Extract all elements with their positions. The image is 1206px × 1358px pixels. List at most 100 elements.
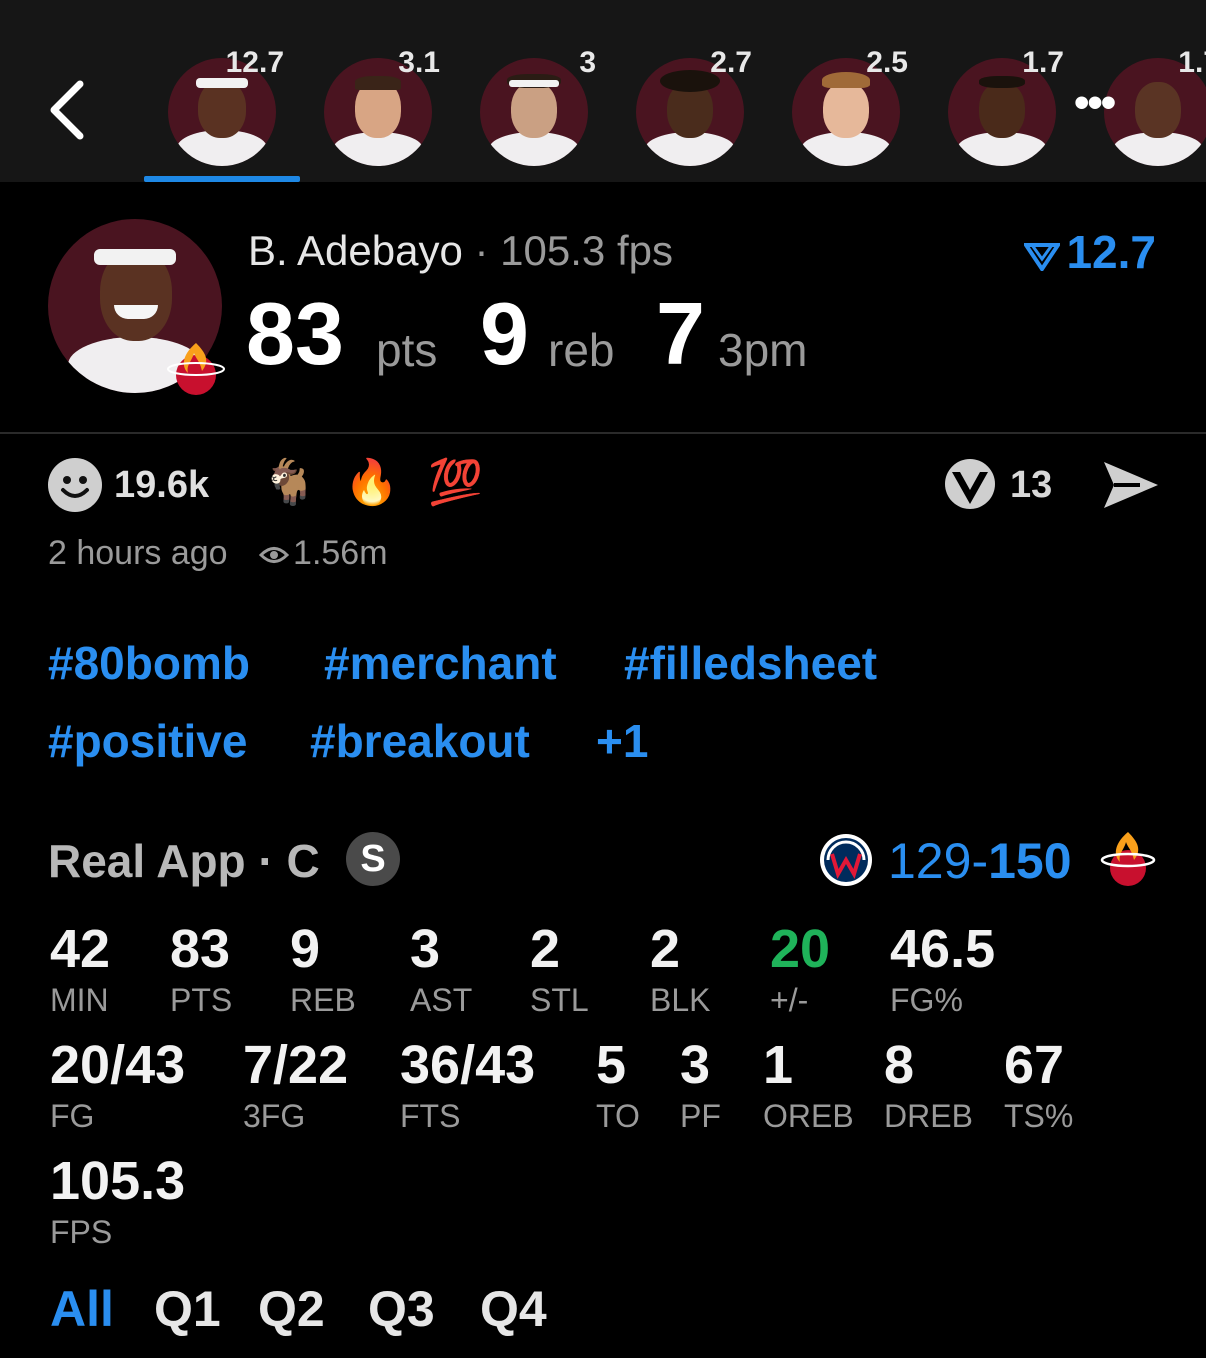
player-thumb-4[interactable]: 2.7 xyxy=(636,46,752,168)
active-player-indicator xyxy=(144,176,300,182)
post-meta: 2 hours ago 1.56m xyxy=(48,534,388,573)
player-thumb-1[interactable]: 12.7 xyxy=(168,46,284,168)
hashtag[interactable]: #filledsheet xyxy=(624,636,877,690)
player-score: 12.7 xyxy=(225,46,284,79)
stat-oreb-value: 1 xyxy=(763,1035,794,1095)
divider xyxy=(0,432,1206,434)
stat-reb-label: REB xyxy=(290,982,356,1018)
chevron-left-icon xyxy=(50,80,84,140)
stat-stl-value: 2 xyxy=(530,919,561,979)
stat-dreb-value: 8 xyxy=(884,1035,915,1095)
stat-pts-value: 83 xyxy=(170,919,231,979)
rebounds-unit: reb xyxy=(548,324,615,376)
points-unit: pts xyxy=(376,324,438,376)
player-header: B. Adebayo · 105.3 fps 83 pts 9 reb 7 3p… xyxy=(0,183,1206,433)
fire-emoji[interactable]: 🔥 xyxy=(344,456,399,508)
more-tags-button[interactable]: +1 xyxy=(596,714,648,768)
stat-3fg-value: 7/22 xyxy=(243,1035,349,1095)
points-value: 83 xyxy=(246,284,344,383)
player-fps: 105.3 fps xyxy=(500,227,673,274)
player-selector-bar: 12.7 3.1 3 2.7 2.5 1.7 1. ••• xyxy=(0,0,1206,182)
comments-button[interactable]: 13 xyxy=(942,456,1052,516)
stat-blk-label: BLK xyxy=(650,982,711,1018)
player-score: 2.7 xyxy=(710,46,752,79)
hashtag[interactable]: #positive xyxy=(48,714,247,768)
stat-fts-value: 36/43 xyxy=(400,1035,536,1095)
rank-score[interactable]: 12.7 xyxy=(1022,225,1156,279)
hashtag[interactable]: #merchant xyxy=(324,636,557,690)
stat-ast-label: AST xyxy=(410,982,473,1018)
smile-icon[interactable] xyxy=(48,458,102,512)
stat-pf-value: 3 xyxy=(680,1035,711,1095)
stat-3fg-label: 3FG xyxy=(243,1098,306,1134)
tab-all[interactable]: All xyxy=(50,1280,114,1338)
tab-q4[interactable]: Q4 xyxy=(480,1280,547,1338)
rank-score-value: 12.7 xyxy=(1066,226,1156,278)
goat-emoji[interactable]: 🐐 xyxy=(262,456,317,508)
stat-fgpct-value: 46.5 xyxy=(890,919,996,979)
stat-fgpct-label: FG% xyxy=(890,982,963,1018)
player-score: 2.5 xyxy=(866,46,908,79)
stat-to-value: 5 xyxy=(596,1035,627,1095)
v-logo-icon xyxy=(1022,242,1063,273)
tab-q1[interactable]: Q1 xyxy=(154,1280,221,1338)
hashtag[interactable]: #breakout xyxy=(310,714,530,768)
player-score: 1.7 xyxy=(1178,46,1206,79)
comment-v-icon xyxy=(945,459,995,509)
threes-unit: 3pm xyxy=(718,324,808,376)
stat-fts-label: FTS xyxy=(400,1098,461,1134)
player-avatar xyxy=(480,58,588,166)
view-count: 1.56m xyxy=(293,534,388,572)
player-score: 1.7 xyxy=(1022,46,1064,79)
heat-logo-icon xyxy=(167,343,225,395)
stat-fps-label: FPS xyxy=(50,1214,113,1250)
score-dash: - xyxy=(971,833,989,889)
stat-min-label: MIN xyxy=(50,982,109,1018)
more-options-button[interactable]: ••• xyxy=(1074,81,1146,132)
player-score: 3 xyxy=(579,46,596,79)
stat-fps-value: 105.3 xyxy=(50,1151,186,1211)
comment-count: 13 xyxy=(1010,464,1053,506)
stat-stl-label: STL xyxy=(530,982,589,1018)
reaction-count: 19.6k xyxy=(114,464,210,506)
time-ago: 2 hours ago xyxy=(48,534,228,572)
separator: · xyxy=(462,227,501,274)
stat-pf-label: PF xyxy=(680,1098,721,1134)
stat-tspct-label: TS% xyxy=(1004,1098,1074,1134)
player-score: 3.1 xyxy=(398,46,440,79)
away-score: 129 xyxy=(888,833,972,889)
send-icon[interactable] xyxy=(1100,458,1162,512)
stat-plusminus-value: 20 xyxy=(770,919,831,979)
heat-logo-icon xyxy=(1100,832,1156,886)
hashtag[interactable]: #80bomb xyxy=(48,636,250,690)
player-thumb-6[interactable]: 1.7 xyxy=(948,46,1064,168)
threes-value: 7 xyxy=(656,284,705,383)
stat-blk-value: 2 xyxy=(650,919,681,979)
stat-dreb-label: DREB xyxy=(884,1098,973,1134)
player-name-line: B. Adebayo · 105.3 fps xyxy=(248,227,673,275)
game-source: Real App · C xyxy=(48,835,320,887)
tab-q3[interactable]: Q3 xyxy=(368,1280,435,1338)
player-name: B. Adebayo xyxy=(248,227,463,274)
stat-reb-value: 9 xyxy=(290,919,321,979)
stat-ast-value: 3 xyxy=(410,919,441,979)
stat-pts-label: PTS xyxy=(170,982,233,1018)
stat-fg-value: 20/43 xyxy=(50,1035,186,1095)
stat-to-label: TO xyxy=(596,1098,640,1134)
stat-min-value: 42 xyxy=(50,919,111,979)
player-thumb-5[interactable]: 2.5 xyxy=(792,46,908,168)
game-score[interactable]: 129-150 xyxy=(888,832,1072,890)
home-score: 150 xyxy=(988,833,1072,889)
tab-q2[interactable]: Q2 xyxy=(258,1280,325,1338)
rebounds-value: 9 xyxy=(480,284,529,383)
stat-oreb-label: OREB xyxy=(763,1098,854,1134)
hundred-emoji[interactable]: 💯 xyxy=(428,456,483,508)
status-badge: S xyxy=(346,832,400,886)
back-button[interactable] xyxy=(40,70,100,150)
player-thumb-3[interactable]: 3 xyxy=(480,46,596,168)
stat-plusminus-label: +/- xyxy=(770,982,809,1018)
stat-tspct-value: 67 xyxy=(1004,1035,1065,1095)
views: 1.56m xyxy=(259,534,388,572)
wizards-logo-icon xyxy=(820,834,872,886)
player-thumb-2[interactable]: 3.1 xyxy=(324,46,440,168)
